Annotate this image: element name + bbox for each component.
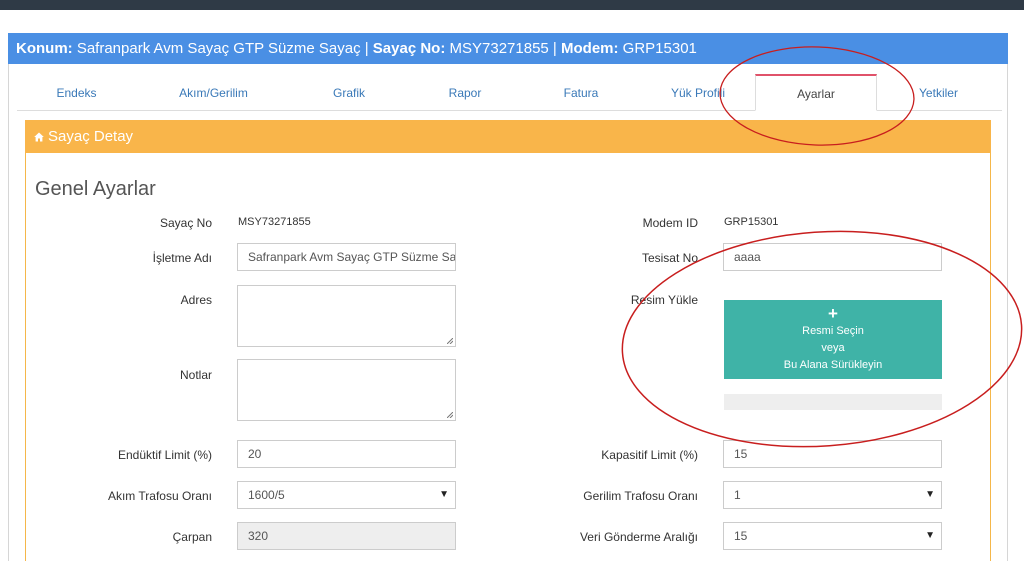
caret-down-icon: ▼ (439, 489, 449, 500)
enduktif-limit-label: Endüktif Limit (%) (117, 448, 212, 462)
panel-header: Sayaç Detay (25, 120, 991, 153)
tab-ayarlar[interactable]: Ayarlar (755, 74, 877, 111)
panel-title: Sayaç Detay (48, 128, 134, 145)
caret-down-icon: ▼ (925, 489, 935, 500)
resize-grip-icon[interactable] (447, 412, 453, 418)
enduktif-limit-input[interactable]: 20 (237, 440, 456, 468)
upload-progress-bar (724, 394, 942, 410)
tab-akim-gerilim[interactable]: Akım/Gerilim (143, 74, 284, 110)
sayac-no-value: MSY73271855 (238, 216, 311, 228)
sayac-value: MSY73271855 | (445, 40, 561, 57)
sayac-label: Sayaç No: (372, 40, 446, 57)
akim-trafosu-label: Akım Trafosu Oranı (107, 489, 212, 503)
tesisat-no-label: Tesisat No (641, 251, 698, 265)
modem-label: Modem: (561, 40, 619, 57)
tab-yuk-profili[interactable]: Yük Profili (632, 74, 764, 110)
adres-textarea[interactable] (237, 285, 456, 347)
konum-label: Konum: (16, 40, 73, 57)
tab-fatura[interactable]: Fatura (519, 74, 643, 110)
gerilim-trafosu-label: Gerilim Trafosu Oranı (583, 489, 698, 503)
adres-label: Adres (180, 293, 212, 307)
akim-trafosu-select[interactable]: 1600/5 ▼ (237, 481, 456, 509)
plus-icon: + (828, 304, 838, 323)
akim-trafosu-value: 1600/5 (248, 488, 285, 502)
upload-line-1: Resmi Seçin (802, 325, 864, 337)
kapasitif-limit-label: Kapasitif Limit (%) (601, 448, 698, 462)
home-icon (34, 132, 44, 142)
tab-rapor[interactable]: Rapor (404, 74, 526, 110)
modem-id-value: GRP15301 (724, 216, 779, 228)
gerilim-trafosu-select[interactable]: 1 ▼ (723, 481, 942, 509)
top-bar (0, 0, 1024, 10)
tab-bar: Endeks Akım/Gerilim Grafik Rapor Fatura … (17, 74, 1002, 111)
page-header: Konum: Safranpark Avm Sayaç GTP Süzme Sa… (8, 33, 1008, 64)
tab-endeks[interactable]: Endeks (17, 74, 136, 110)
upload-line-2: veya (821, 342, 845, 354)
resim-yukle-label: Resim Yükle (630, 293, 698, 307)
sayac-no-label: Sayaç No (159, 216, 212, 230)
carpan-label: Çarpan (172, 530, 212, 544)
konum-value: Safranpark Avm Sayaç GTP Süzme Sayaç | (72, 40, 373, 57)
modem-value: GRP15301 (618, 40, 697, 57)
upload-line-3: Bu Alana Sürükleyin (783, 359, 883, 371)
isletme-adi-input[interactable]: Safranpark Avm Sayaç GTP Süzme Sayaç (237, 243, 456, 271)
modem-id-label: Modem ID (642, 216, 698, 230)
veri-gonderme-value: 15 (734, 529, 748, 543)
notlar-textarea[interactable] (237, 359, 456, 421)
section-title: Genel Ayarlar (35, 178, 156, 200)
image-upload-dropzone[interactable]: + Resmi Seçin veya Bu Alana Sürükleyin (724, 300, 942, 379)
isletme-adi-label: İşletme Adı (152, 251, 212, 265)
veri-gonderme-select[interactable]: 15 ▼ (723, 522, 942, 550)
kapasitif-limit-input[interactable]: 15 (723, 440, 942, 468)
resize-grip-icon[interactable] (447, 338, 453, 344)
caret-down-icon: ▼ (925, 530, 935, 541)
notlar-label: Notlar (179, 368, 212, 382)
tab-yetkiler[interactable]: Yetkiler (882, 74, 995, 110)
tab-grafik[interactable]: Grafik (285, 74, 413, 110)
carpan-input: 320 (237, 522, 456, 550)
veri-gonderme-label: Veri Gönderme Aralığı (579, 530, 698, 544)
tesisat-no-input[interactable]: aaaa (723, 243, 942, 271)
gerilim-trafosu-value: 1 (734, 488, 741, 502)
